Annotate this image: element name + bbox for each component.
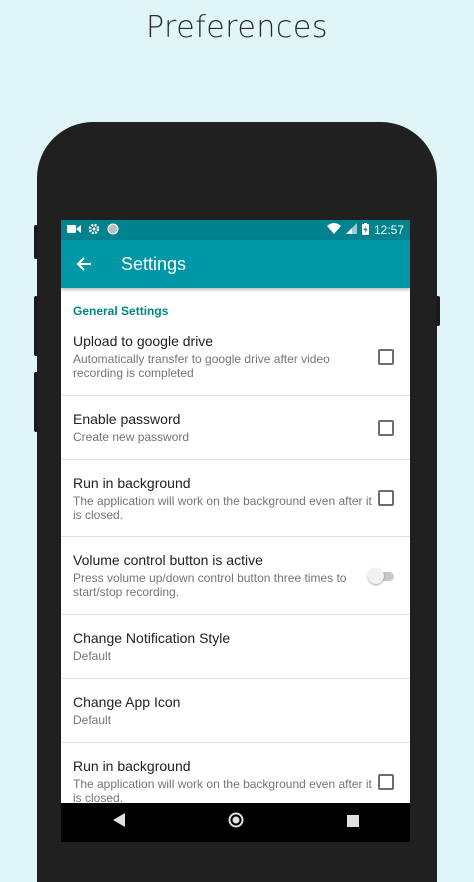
pref-summary: Default — [73, 649, 112, 663]
settings-list: General Settings Upload to google drive … — [61, 288, 410, 820]
nav-home-button[interactable] — [228, 812, 244, 833]
nav-recents-button[interactable] — [346, 814, 359, 832]
phone-screen: 12:57 Settings General Settings Upload t… — [61, 220, 410, 842]
wifi-icon — [326, 223, 341, 237]
settings-category-title: General Settings — [73, 304, 169, 318]
back-icon — [112, 813, 125, 827]
upload-google-drive-checkbox[interactable] — [378, 348, 394, 365]
toolbar-title: Settings — [121, 253, 187, 274]
pref-enable-password[interactable]: Enable password Create new password — [61, 396, 410, 460]
pref-change-app-icon[interactable]: Change App Icon Default — [61, 679, 410, 743]
back-arrow-button[interactable] — [61, 240, 107, 288]
gear-icon — [88, 223, 100, 238]
nav-back-button[interactable] — [112, 813, 125, 832]
status-time: 12:57 — [373, 223, 404, 237]
pref-volume-control[interactable]: Volume control button is active Press vo… — [61, 537, 410, 615]
pref-title: Run in background — [73, 758, 191, 774]
pref-change-notification-style[interactable]: Change Notification Style Default — [61, 615, 410, 679]
switch-thumb — [368, 567, 384, 584]
phone-side-button — [436, 296, 440, 326]
video-icon — [67, 223, 81, 237]
pref-upload-google-drive[interactable]: Upload to google drive Automatically tra… — [61, 318, 410, 396]
pref-title: Volume control button is active — [73, 552, 263, 568]
pref-title: Change Notification Style — [73, 630, 231, 646]
recents-icon — [346, 814, 359, 827]
battery-charging-icon — [361, 222, 369, 238]
phone-side-button — [34, 372, 38, 432]
pref-summary: Press volume up/down control button thre… — [73, 571, 347, 599]
pref-summary: The application will work on the backgro… — [73, 493, 372, 522]
pref-summary: Automatically transfer to google drive a… — [73, 352, 330, 380]
volume-control-switch[interactable] — [368, 567, 396, 584]
circle-icon — [107, 223, 119, 238]
pref-title: Enable password — [73, 411, 181, 427]
pref-title: Change App Icon — [73, 694, 181, 710]
enable-password-checkbox[interactable] — [378, 419, 394, 436]
pref-title: Upload to google drive — [73, 333, 214, 349]
system-nav-bar — [61, 803, 410, 842]
run-in-background-checkbox[interactable] — [378, 490, 394, 506]
home-icon — [228, 812, 243, 828]
pref-run-in-background[interactable]: Run in background The application will w… — [61, 460, 410, 537]
phone-side-button — [34, 296, 38, 356]
back-arrow-icon — [76, 257, 91, 271]
run-in-background-2-checkbox[interactable] — [378, 773, 394, 790]
status-bar: 12:57 — [61, 220, 410, 240]
app-toolbar: Settings — [61, 240, 410, 288]
pref-summary: Default — [73, 713, 112, 727]
pref-title: Run in background — [73, 474, 191, 491]
phone-side-button — [34, 225, 38, 259]
pref-summary: Create new password — [73, 430, 190, 444]
signal-icon — [345, 223, 357, 237]
page-headline: Preferences — [146, 10, 328, 45]
pref-summary: The application will work on the backgro… — [73, 777, 372, 805]
